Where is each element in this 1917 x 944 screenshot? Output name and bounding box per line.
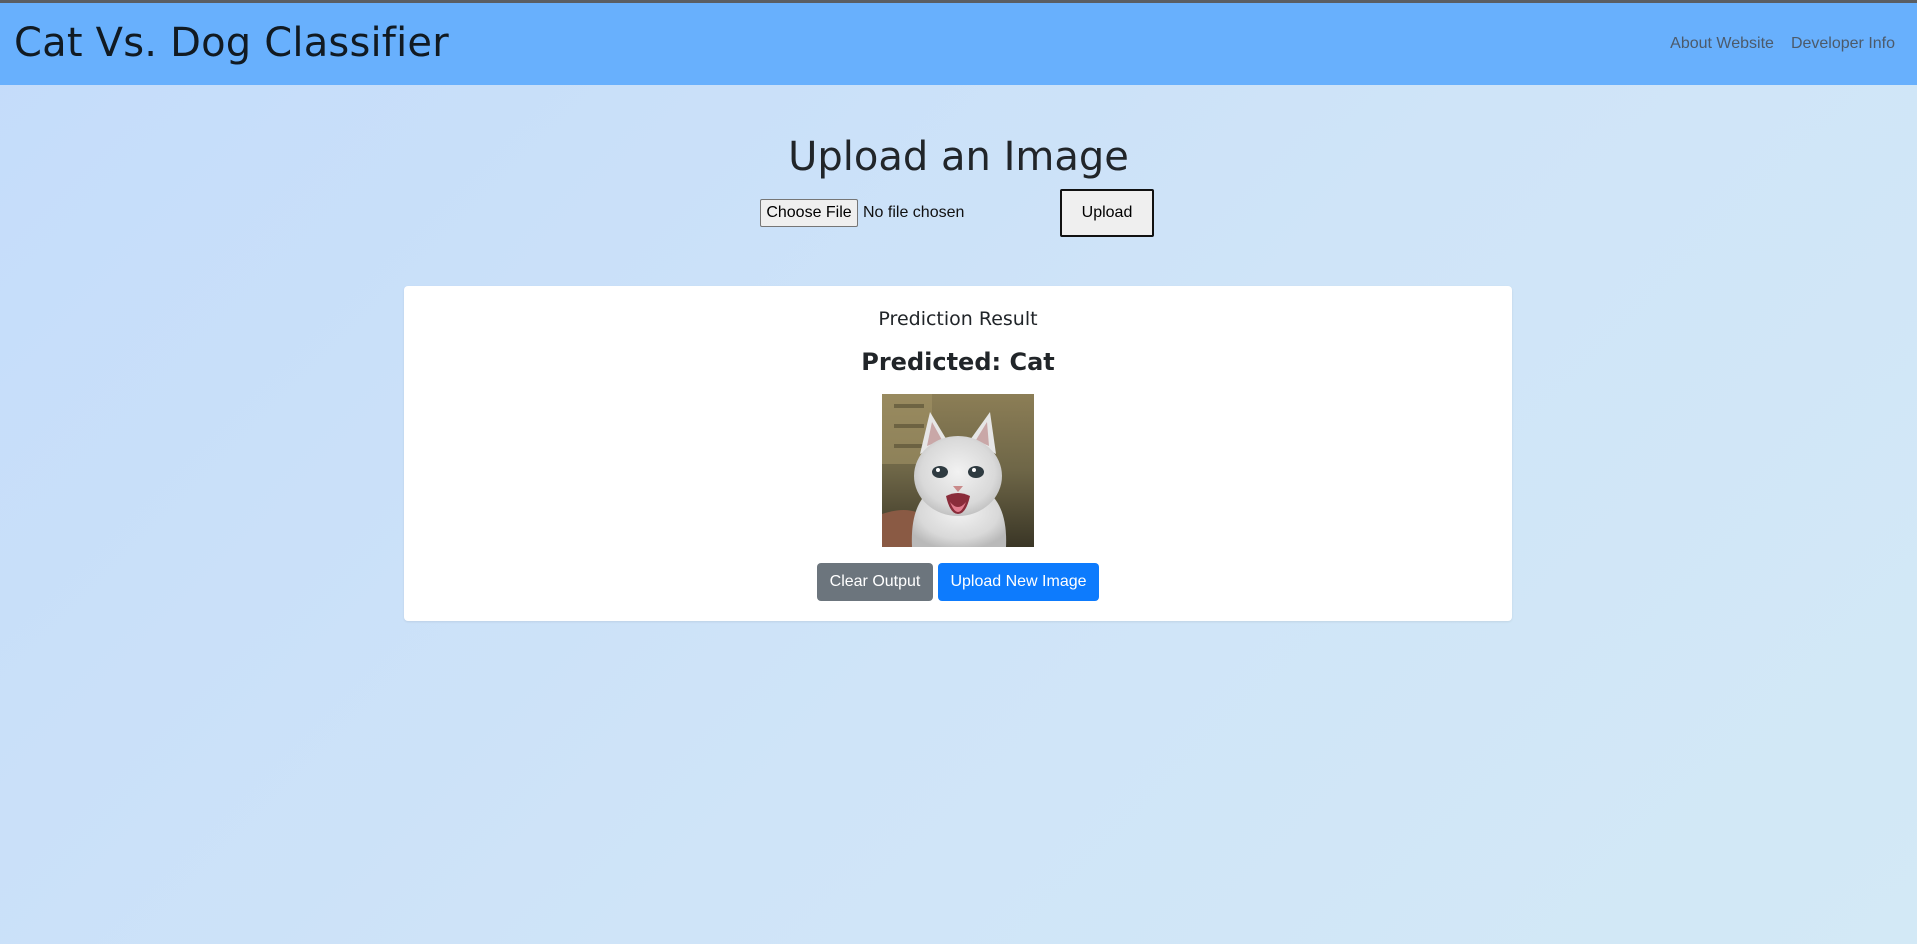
nav-links: About Website Developer Info (1670, 35, 1895, 53)
prediction-card: Prediction Result Predicted: Cat Clear O… (404, 286, 1512, 621)
upload-new-image-button[interactable]: Upload New Image (938, 563, 1099, 601)
file-status-text: No file chosen (863, 204, 965, 221)
nav-link-about-website[interactable]: About Website (1670, 35, 1774, 53)
navbar: Cat Vs. Dog Classifier About Website Dev… (0, 3, 1917, 85)
prediction-result-title: Prediction Result (878, 308, 1038, 330)
nav-link-developer-info[interactable]: Developer Info (1791, 35, 1895, 53)
uploaded-cat-image (882, 394, 1034, 547)
choose-file-button[interactable]: Choose File (760, 199, 858, 227)
clear-output-button[interactable]: Clear Output (817, 563, 933, 601)
brand-title[interactable]: Cat Vs. Dog Classifier (14, 20, 449, 66)
upload-heading: Upload an Image (788, 134, 1129, 180)
upload-button[interactable]: Upload (1060, 189, 1154, 237)
predicted-label: Predicted: Cat (861, 348, 1055, 376)
